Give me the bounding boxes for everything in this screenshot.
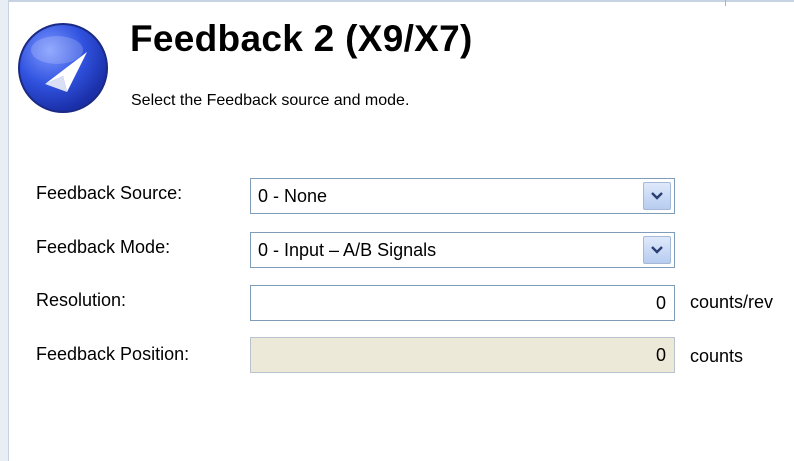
feedback-position-label: Feedback Position: <box>36 344 190 364</box>
window-top-border <box>8 0 794 6</box>
page-subtitle: Select the Feedback source and mode. <box>131 92 410 109</box>
feedback-source-select[interactable]: 0 - None <box>250 178 675 214</box>
resolution-unit: counts/rev <box>690 292 774 312</box>
feedback-source-dropdown-button[interactable] <box>643 182 671 210</box>
chevron-down-icon <box>651 192 663 200</box>
feedback-source-value: 0 - None <box>258 186 328 206</box>
feedback-position-field: 0 <box>250 337 675 373</box>
feedback-mode-label: Feedback Mode: <box>36 237 171 257</box>
window-left-border <box>0 0 9 461</box>
resolution-input[interactable]: 0 <box>250 285 675 321</box>
resolution-label: Resolution: <box>36 290 127 310</box>
feedback-position-unit: counts <box>690 346 744 366</box>
compass-arrow-icon <box>17 22 109 114</box>
feedback-position-value: 0 <box>655 345 666 365</box>
splitter-mark <box>725 0 726 6</box>
feedback-source-label: Feedback Source: <box>36 183 183 203</box>
chevron-down-icon <box>651 246 663 254</box>
feedback-mode-dropdown-button[interactable] <box>643 236 671 264</box>
feedback-mode-select[interactable]: 0 - Input – A/B Signals <box>250 232 675 268</box>
resolution-value: 0 <box>655 293 666 313</box>
page-title: Feedback 2 (X9/X7) <box>130 18 473 59</box>
feedback-mode-value: 0 - Input – A/B Signals <box>258 240 437 260</box>
